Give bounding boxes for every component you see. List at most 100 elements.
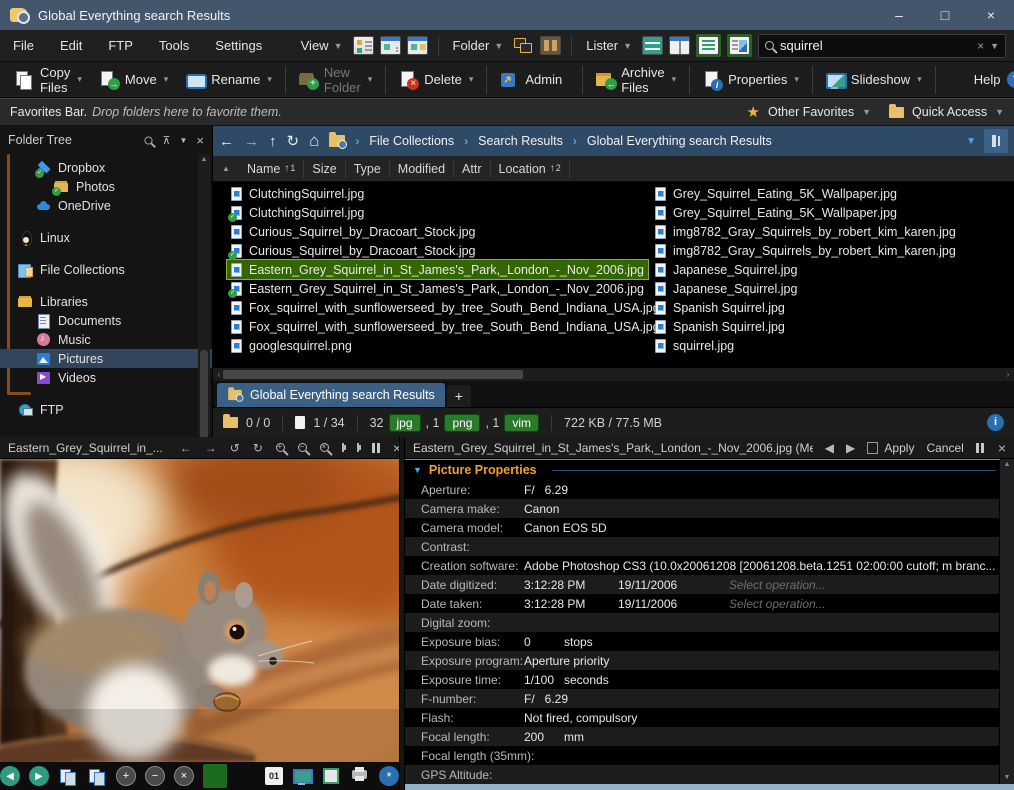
file-item[interactable]: ClutchingSquirrel.jpg <box>227 203 368 222</box>
viewer-toolbar-icon[interactable]: 01 <box>265 767 283 785</box>
toolbar-button[interactable]: Copy Files ▾ <box>6 66 91 94</box>
split-vertical-icon[interactable] <box>669 36 690 55</box>
file-item[interactable]: Eastern_Grey_Squirrel_in_St_James's_Park… <box>227 260 648 279</box>
column-header[interactable]: Size <box>304 160 345 178</box>
scrollbar-thumb[interactable] <box>223 370 523 379</box>
tree-item[interactable]: Documents <box>0 311 212 330</box>
viewer-next-icon[interactable]: → <box>205 442 217 454</box>
breadcrumb-item[interactable]: Global Everything search Results <box>587 134 772 148</box>
info-icon[interactable]: i <box>987 414 1004 431</box>
viewer-toolbar-icon[interactable] <box>321 766 341 786</box>
refresh-icon[interactable]: ↻ <box>287 132 300 150</box>
dual-pane-button[interactable] <box>984 129 1008 153</box>
viewer-toolbar-icon[interactable]: * <box>379 766 399 786</box>
tab-global-search-results[interactable]: Global Everything search Results <box>217 383 445 407</box>
viewer-toolbar-icon[interactable]: + <box>116 766 136 786</box>
metadata-hscrollbar[interactable] <box>405 784 1014 790</box>
folder-menu[interactable]: Folder▼ <box>449 38 508 53</box>
split-horizontal-icon[interactable] <box>642 36 663 55</box>
minimize-button[interactable]: – <box>876 0 922 30</box>
metadata-row[interactable]: Aperture: F/ 6.29 <box>405 480 999 499</box>
other-favorites-button[interactable]: Other Favorites <box>768 105 854 119</box>
forward-icon[interactable]: → <box>244 133 259 150</box>
tree-item[interactable]: Music <box>0 330 212 349</box>
tree-scrollbar[interactable]: ▲ ▼ <box>198 154 210 435</box>
tree-search-icon[interactable] <box>145 136 153 144</box>
zoom-out-icon[interactable]: − <box>298 443 307 452</box>
column-header[interactable]: Modified <box>390 160 454 178</box>
metadata-row[interactable]: Exposure program: Aperture priority <box>405 651 999 670</box>
full-size-icon[interactable] <box>357 443 359 452</box>
thumbnails-view-icon[interactable] <box>407 36 428 55</box>
pause-icon[interactable] <box>372 443 380 453</box>
column-header[interactable]: Type <box>346 160 390 178</box>
scroll-up-icon[interactable]: ▲ <box>198 154 210 166</box>
file-item[interactable]: Eastern_Grey_Squirrel_in_St_James's_Park… <box>227 279 648 298</box>
column-header[interactable]: Location 2 <box>491 160 570 178</box>
tree-item[interactable]: Videos <box>0 368 212 387</box>
tree-options-icon[interactable]: ▼ <box>179 136 187 145</box>
viewer-toolbar-icon[interactable] <box>58 766 78 786</box>
file-item[interactable]: squirrel.jpg <box>651 336 738 355</box>
toolbar-button[interactable]: Properties ▾ <box>689 66 808 94</box>
maximize-button[interactable]: □ <box>922 0 968 30</box>
apply-checkbox[interactable] <box>867 442 878 454</box>
breadcrumb-item[interactable]: Search Results <box>478 134 563 148</box>
list-view-icon[interactable] <box>380 36 401 55</box>
toolbar-button[interactable]: Rename ▾ <box>177 66 281 94</box>
viewer-toolbar-icon[interactable]: ▶ <box>29 766 49 786</box>
metadata-row[interactable]: Date digitized: 3:12:28 PM 19/11/2006 Se… <box>405 575 999 594</box>
viewer-toolbar-icon[interactable]: ◀ <box>0 766 20 786</box>
lister-menu[interactable]: Lister▼ <box>582 38 636 53</box>
view-menu[interactable]: View▼ <box>297 38 347 53</box>
scrollbar-thumb[interactable] <box>200 350 208 437</box>
toolbar-button[interactable]: Archive Files ▾ <box>582 66 685 94</box>
metadata-section-header[interactable]: ▼ Picture Properties <box>405 460 1014 480</box>
file-item[interactable]: Japanese_Squirrel.jpg <box>651 279 801 298</box>
file-item[interactable]: Curious_Squirrel_by_Dracoart_Stock.jpg <box>227 241 480 260</box>
search-input[interactable] <box>780 38 971 53</box>
collapse-all-icon[interactable]: ⊼ <box>162 134 170 147</box>
metadata-row[interactable]: Camera make: Canon <box>405 499 999 518</box>
viewer-pane-toggle[interactable] <box>727 34 752 57</box>
cancel-button[interactable]: Cancel <box>926 441 963 455</box>
column-header[interactable]: Attr <box>454 160 490 178</box>
sort-direction-icon[interactable]: ▲ <box>213 164 239 173</box>
clear-search-icon[interactable]: × <box>977 39 984 53</box>
metadata-scrollbar[interactable]: ▲ ▼ <box>1000 459 1014 784</box>
file-item[interactable]: Fox_squirrel_with_sunflowerseed_by_tree_… <box>227 298 664 317</box>
file-item[interactable]: Spanish Squirrel.jpg <box>651 317 789 336</box>
scroll-down-icon[interactable]: ▼ <box>1000 772 1014 784</box>
file-item[interactable]: ClutchingSquirrel.jpg <box>227 184 368 203</box>
rotate-ccw-icon[interactable]: ↺ <box>230 442 240 454</box>
file-item[interactable]: img8782_Gray_Squirrels_by_robert_kim_kar… <box>651 222 960 241</box>
file-item[interactable]: img8782_Gray_Squirrels_by_robert_kim_kar… <box>651 241 960 260</box>
metadata-row[interactable]: GPS Altitude: <box>405 765 999 784</box>
tree-item[interactable]: File Collections <box>0 260 212 279</box>
viewer-toolbar-icon[interactable] <box>292 766 312 786</box>
close-button[interactable]: × <box>968 0 1014 30</box>
close-tree-icon[interactable]: × <box>196 133 204 148</box>
viewer-toolbar-icon[interactable] <box>87 766 107 786</box>
tree-item[interactable]: Pictures <box>0 349 212 368</box>
metadata-row[interactable]: Exposure time: 1/100 seconds <box>405 670 999 689</box>
new-tab-button[interactable]: + <box>447 385 471 407</box>
scroll-up-icon[interactable]: ▲ <box>1000 459 1014 471</box>
metadata-row[interactable]: Focal length: 200 mm <box>405 727 999 746</box>
details-view-icon[interactable] <box>353 36 374 55</box>
rotate-cw-icon[interactable]: ↻ <box>253 442 263 454</box>
metadata-row[interactable]: Creation software: Adobe Photoshop CS3 (… <box>405 556 999 575</box>
breadcrumb-item[interactable]: File Collections <box>369 134 454 148</box>
tree-item[interactable]: OneDrive <box>0 196 212 215</box>
metadata-row[interactable]: F-number: F/ 6.29 <box>405 689 999 708</box>
viewer-toolbar-icon[interactable] <box>203 764 227 788</box>
fit-image-icon[interactable] <box>342 443 344 452</box>
tree-item[interactable]: Linux <box>0 228 212 247</box>
search-dropdown-icon[interactable]: ▼ <box>990 41 999 51</box>
file-item[interactable]: Spanish Squirrel.jpg <box>651 298 789 317</box>
dual-list-toggle[interactable] <box>696 34 721 57</box>
toolbar-button[interactable]: Help ? ▾ <box>935 66 1014 94</box>
scroll-right-icon[interactable]: › <box>1002 368 1014 381</box>
file-list-hscrollbar[interactable]: ‹ › <box>213 368 1014 381</box>
tree-item[interactable]: Photos <box>0 177 212 196</box>
